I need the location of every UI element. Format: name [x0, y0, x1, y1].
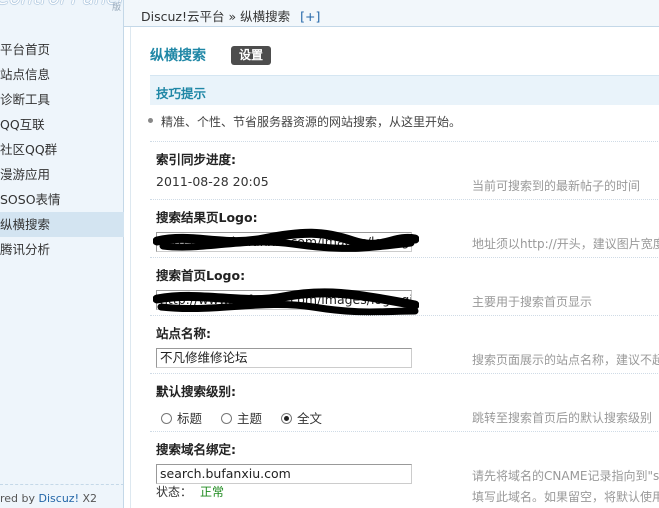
discuz-link[interactable]: Discuz!: [39, 492, 79, 505]
tip-text: 精准、个性、节省服务器资源的网站搜索，从这里开始。: [161, 115, 462, 129]
search-level-option[interactable]: 全文: [281, 408, 322, 427]
sync-progress-value: 2011-08-28 20:05: [156, 174, 269, 189]
sidebar-item[interactable]: 站点信息: [0, 62, 124, 87]
add-shortcut-link[interactable]: [+]: [300, 9, 320, 24]
sidebar-item[interactable]: SOSO表情: [0, 187, 124, 212]
domain-binding-input[interactable]: search.bufanxiu.com: [156, 464, 412, 484]
home-logo-hint: 主要用于搜索首页显示: [472, 295, 593, 309]
site-name-label: 站点名称:: [156, 326, 211, 341]
search-level-radio-group: 标题 主题 全文: [161, 408, 341, 427]
search-level-hint: 跳转至搜索首页后的默认搜索级别: [472, 411, 653, 425]
divider: [150, 199, 659, 200]
footer-version: X2: [82, 492, 98, 505]
radio-label: 主题: [237, 411, 263, 426]
sidebar-item[interactable]: QQ互联: [0, 112, 124, 137]
domain-binding-label: 搜索域名绑定:: [156, 442, 236, 457]
divider: [150, 257, 659, 258]
divider: [150, 373, 659, 374]
sidebar-item[interactable]: 腾讯分析: [0, 237, 124, 262]
breadcrumb-bar: Discuz!云平台 » 纵横搜索 [+]: [124, 0, 659, 27]
sidebar-footer: red by Discuz! X2: [0, 484, 124, 505]
breadcrumb: Discuz!云平台 » 纵横搜索 [+]: [141, 6, 320, 25]
home-logo-label: 搜索首页Logo:: [156, 268, 246, 283]
radio-label: 全文: [297, 411, 323, 426]
sync-progress-label: 索引同步进度:: [156, 152, 236, 167]
sidebar-item[interactable]: 平台首页: [0, 37, 124, 62]
tips-heading: 技巧提示: [156, 86, 207, 101]
result-logo-input[interactable]: http://www.bufanxiu.com/images/logo.gif: [156, 232, 412, 252]
domain-binding-hint-1: 请先将域名的CNAME记录指向到"s: [472, 469, 659, 483]
sync-progress-hint: 当前可搜索到的最新帖子的时间: [472, 179, 641, 193]
settings-tab-button[interactable]: 设置: [231, 46, 271, 65]
sidebar-item[interactable]: 纵横搜索: [0, 212, 124, 237]
tips-header: 技巧提示: [150, 75, 659, 105]
radio-button[interactable]: [161, 413, 172, 424]
bullet-icon: [148, 118, 153, 123]
control-panel-logo: Control Panel 版: [0, 0, 124, 22]
breadcrumb-current: 纵横搜索: [240, 9, 291, 24]
control-panel-logo-text: Control Panel: [0, 0, 123, 9]
search-level-option[interactable]: 标题: [161, 408, 202, 427]
radio-button[interactable]: [221, 413, 233, 424]
sidebar-menu: 平台首页 站点信息 诊断工具 QQ互联 社区QQ群 漫游应用 SOSO表情 纵横搜索 腾讯分析: [0, 37, 124, 262]
sidebar: Control Panel 版 平台首页站点信息诊断工具QQ互联社区QQ群漫游应…: [0, 0, 124, 508]
site-name-input[interactable]: 不凡修维修论坛: [156, 348, 412, 368]
control-panel-logo-suffix: 版: [112, 3, 122, 13]
divider: [150, 315, 659, 316]
breadcrumb-root[interactable]: Discuz!云平台: [141, 9, 224, 24]
home-logo-input[interactable]: http://www.bufanxiu.com/images/logo.gif: [156, 290, 412, 310]
site-name-hint: 搜索页面展示的站点名称，建议不超: [472, 353, 659, 367]
search-level-option[interactable]: 主题: [221, 408, 262, 427]
breadcrumb-separator: »: [228, 9, 237, 24]
result-logo-label: 搜索结果页Logo:: [156, 210, 258, 225]
sidebar-item[interactable]: 漫游应用: [0, 162, 124, 187]
domain-binding-hint-2: 填写此域名。如果留空，将默认使用: [472, 490, 659, 504]
sidebar-item[interactable]: 社区QQ群: [0, 137, 124, 162]
status-badge: 正常: [200, 485, 225, 499]
main-content: 纵横搜索 设置 技巧提示 精准、个性、节省服务器资源的网站搜索，从这里开始。 索…: [130, 27, 659, 508]
search-level-label: 默认搜索级别:: [156, 384, 236, 399]
result-logo-hint: 地址须以http://开头，建议图片宽度: [472, 237, 659, 251]
domain-status: 状态： 正常: [156, 483, 224, 500]
radio-label: 标题: [177, 411, 203, 426]
page-title: 纵横搜索: [150, 48, 206, 64]
divider: [150, 141, 659, 142]
sidebar-item[interactable]: 诊断工具: [0, 87, 124, 112]
footer-prefix: red by: [0, 492, 36, 505]
divider: [150, 431, 659, 432]
radio-button[interactable]: [281, 413, 293, 424]
status-label: 状态：: [156, 485, 193, 499]
tip-item: 精准、个性、节省服务器资源的网站搜索，从这里开始。: [148, 113, 462, 130]
